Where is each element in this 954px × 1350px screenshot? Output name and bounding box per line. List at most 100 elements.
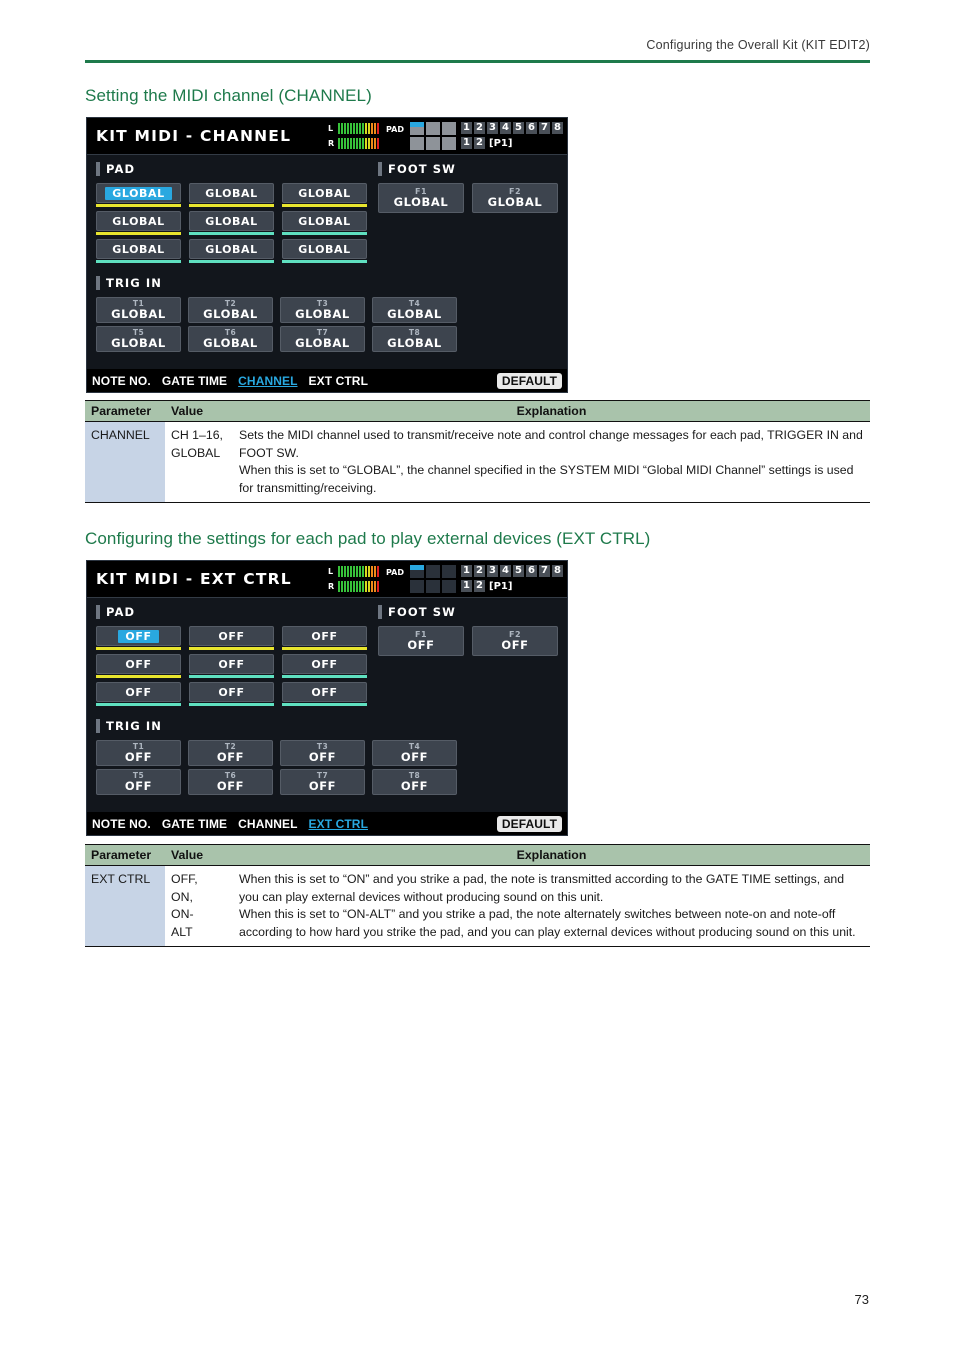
tab-note-no[interactable]: NOTE NO. (92, 817, 151, 831)
pad-value-button-body[interactable]: OFF (96, 654, 181, 674)
trigin-button-t8[interactable]: T8 OFF (372, 769, 457, 795)
pad-value-button-body[interactable]: OFF (189, 682, 274, 702)
channel-number-badge[interactable]: 4 (500, 122, 511, 134)
tab-ext-ctrl[interactable]: EXT CTRL (309, 374, 368, 388)
pad-value-button-body[interactable]: GLOBAL (282, 183, 367, 203)
pad-value-button[interactable]: GLOBAL (189, 211, 274, 235)
trigin-button-t3[interactable]: T3 OFF (280, 740, 365, 766)
pad-value-button[interactable]: GLOBAL (96, 211, 181, 235)
pad-value-button[interactable]: OFF (189, 626, 274, 650)
pad-value-button-body[interactable]: OFF (282, 626, 367, 646)
pad-value-button-selected[interactable]: GLOBAL (96, 183, 181, 203)
tab-gate-time[interactable]: GATE TIME (162, 374, 227, 388)
pad-value-button-body[interactable]: OFF (282, 654, 367, 674)
channel-number-badge[interactable]: 2 (474, 565, 485, 577)
tab-channel[interactable]: CHANNEL (238, 817, 297, 831)
pad-cell[interactable] (442, 122, 456, 135)
channel-number-badge[interactable]: 5 (513, 122, 524, 134)
channel-number-badge[interactable]: 1 (461, 565, 472, 577)
pad-value-button-body[interactable]: GLOBAL (189, 183, 274, 203)
pad-value-button-selected[interactable]: OFF (96, 626, 181, 646)
pad-value-button[interactable]: GLOBAL (96, 239, 181, 263)
pad-cell[interactable] (442, 137, 456, 150)
footsw-button-f2[interactable]: F2 OFF (472, 626, 558, 656)
channel-number-badge[interactable]: 7 (539, 122, 550, 134)
pad-cell[interactable] (426, 565, 440, 578)
tab-channel[interactable]: CHANNEL (238, 374, 297, 388)
trigin-button-t6[interactable]: T6 GLOBAL (188, 326, 273, 352)
pad-value-button-body[interactable]: OFF (189, 626, 274, 646)
pad-value-button[interactable]: GLOBAL (189, 183, 274, 207)
pad-cell[interactable] (426, 122, 440, 135)
pad-cell[interactable] (442, 565, 456, 578)
pad-value-button-body[interactable]: GLOBAL (282, 211, 367, 231)
footsw-button-f1[interactable]: F1 OFF (378, 626, 464, 656)
trigin-button-t5[interactable]: T5 GLOBAL (96, 326, 181, 352)
default-button[interactable]: DEFAULT (496, 815, 562, 832)
pad-cell-selected[interactable] (410, 565, 424, 578)
channel-number-badge[interactable]: 3 (487, 122, 498, 134)
pad-value-button[interactable]: GLOBAL (282, 239, 367, 263)
meter-segment (347, 580, 349, 592)
pad-cell[interactable] (410, 137, 424, 150)
pad-value-button-body[interactable]: GLOBAL (282, 239, 367, 259)
pad-value-button[interactable]: OFF (96, 654, 181, 678)
pad-cell[interactable] (426, 137, 440, 150)
pad-value-button-body[interactable]: GLOBAL (96, 239, 181, 259)
pad-value-button-body[interactable]: OFF (96, 682, 181, 702)
trigin-button-t2[interactable]: T2 OFF (188, 740, 273, 766)
pad-value-button[interactable]: OFF (96, 626, 181, 650)
pad-value-button[interactable]: OFF (282, 682, 367, 706)
trigin-button-t7[interactable]: T7 OFF (280, 769, 365, 795)
pad-value-button[interactable]: GLOBAL (282, 183, 367, 207)
pad-value-button-body[interactable]: GLOBAL (189, 239, 274, 259)
pad-value-button-body[interactable]: OFF (189, 654, 274, 674)
tab-note-no[interactable]: NOTE NO. (92, 374, 151, 388)
pad-value-button-body[interactable]: OFF (282, 682, 367, 702)
channel-number-badge[interactable]: 8 (552, 565, 563, 577)
meter-segment (365, 580, 367, 592)
trigin-button-t4[interactable]: T4 GLOBAL (372, 297, 457, 323)
trigin-button-t8[interactable]: T8 GLOBAL (372, 326, 457, 352)
trigin-button-t4[interactable]: T4 OFF (372, 740, 457, 766)
pad-value-button[interactable]: GLOBAL (282, 211, 367, 235)
channel-number-badge[interactable]: 7 (539, 565, 550, 577)
pad-cell-selected[interactable] (410, 122, 424, 135)
channel-number-badge[interactable]: 5 (513, 565, 524, 577)
pad-value-button[interactable]: OFF (282, 626, 367, 650)
trigin-button-t7[interactable]: T7 GLOBAL (280, 326, 365, 352)
channel-number-badge[interactable]: 2 (474, 137, 485, 149)
pad-cell[interactable] (410, 580, 424, 593)
pad-value-button[interactable]: OFF (282, 654, 367, 678)
channel-number-badge[interactable]: 8 (552, 122, 563, 134)
channel-number-badge[interactable]: 6 (526, 122, 537, 134)
channel-number-badge[interactable]: 4 (500, 565, 511, 577)
channel-number-badge[interactable]: 1 (461, 580, 472, 592)
pad-value-button[interactable]: OFF (189, 682, 274, 706)
channel-number-badge[interactable]: 2 (474, 122, 485, 134)
trigin-button-t2[interactable]: T2 GLOBAL (188, 297, 273, 323)
channel-number-badge[interactable]: 3 (487, 565, 498, 577)
channel-number-badge[interactable]: 6 (526, 565, 537, 577)
footsw-button-f1[interactable]: F1 GLOBAL (378, 183, 464, 213)
pad-value-button-body[interactable]: GLOBAL (96, 211, 181, 231)
trigin-button-t1[interactable]: T1 GLOBAL (96, 297, 181, 323)
default-button[interactable]: DEFAULT (496, 372, 562, 389)
tab-gate-time[interactable]: GATE TIME (162, 817, 227, 831)
channel-number-badge[interactable]: 2 (474, 580, 485, 592)
pad-value-button[interactable]: GLOBAL (96, 183, 181, 207)
pad-value-button[interactable]: GLOBAL (189, 239, 274, 263)
tab-ext-ctrl[interactable]: EXT CTRL (309, 817, 368, 831)
trigin-button-t1[interactable]: T1 OFF (96, 740, 181, 766)
pad-cell[interactable] (442, 580, 456, 593)
channel-number-badge[interactable]: 1 (461, 137, 472, 149)
pad-value-button-body[interactable]: GLOBAL (189, 211, 274, 231)
trigin-button-t5[interactable]: T5 OFF (96, 769, 181, 795)
pad-cell[interactable] (426, 580, 440, 593)
pad-value-button[interactable]: OFF (189, 654, 274, 678)
channel-number-badge[interactable]: 1 (461, 122, 472, 134)
trigin-button-t3[interactable]: T3 GLOBAL (280, 297, 365, 323)
footsw-button-f2[interactable]: F2 GLOBAL (472, 183, 558, 213)
trigin-button-t6[interactable]: T6 OFF (188, 769, 273, 795)
pad-value-button[interactable]: OFF (96, 682, 181, 706)
